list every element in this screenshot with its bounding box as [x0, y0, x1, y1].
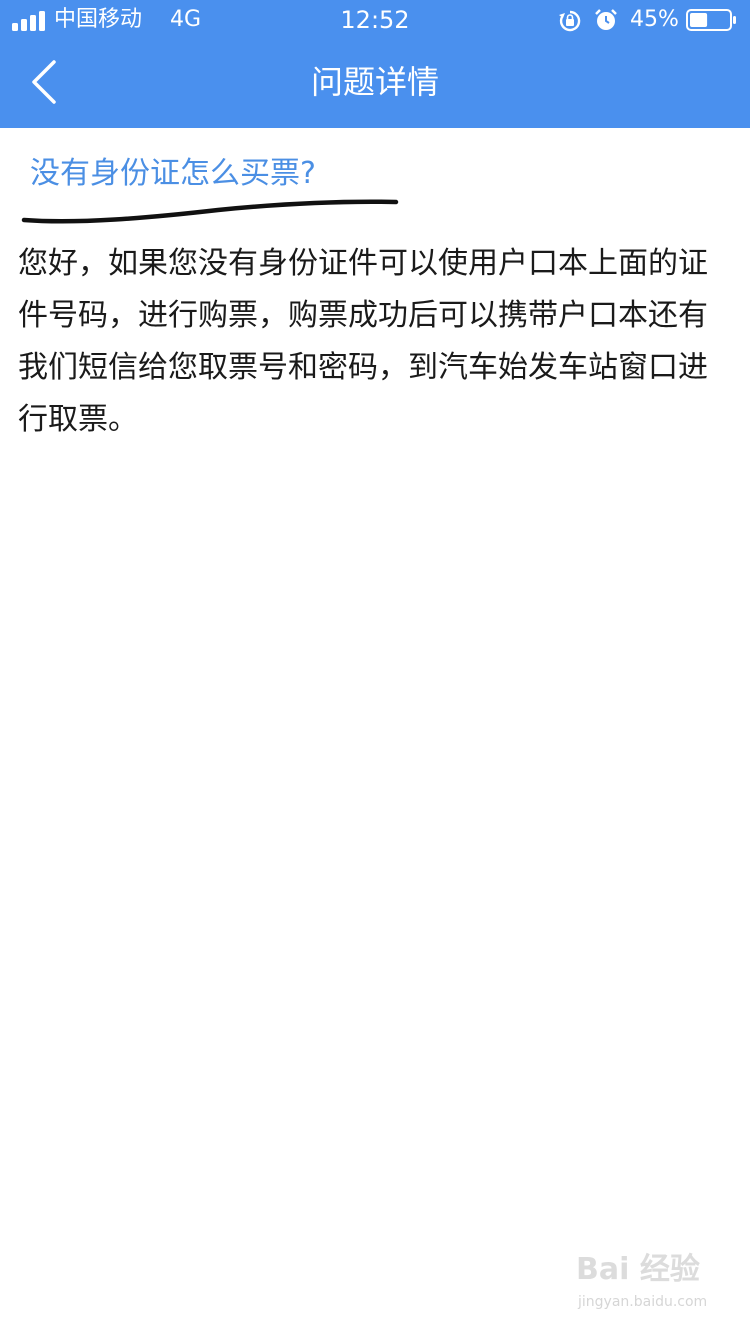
- page-title: 问题详情: [310, 63, 439, 101]
- status-bar: 中国移动 4G 12:52 45%: [0, 0, 750, 40]
- baidu-jingyan-watermark: Bai 经验 jingyan.baidu.com: [576, 1250, 716, 1320]
- question-title: 没有身份证怎么买票?: [30, 156, 316, 191]
- alarm-clock-icon: [595, 9, 617, 30]
- handwritten-underline: [21, 199, 399, 224]
- battery-percentage: 45%: [630, 7, 679, 32]
- rotation-lock-icon: [559, 10, 581, 32]
- watermark-brand: Bai 经验: [576, 1252, 700, 1287]
- answer-text: 您好，如果您没有身份证件可以使用户口本上面的证件号码，进行购票，购票成功后可以携…: [18, 246, 708, 437]
- watermark-url: jingyan.baidu.com: [578, 1294, 708, 1310]
- header-bar: 中国移动 4G 12:52 45% 问题详情: [0, 0, 750, 128]
- battery-icon: [686, 9, 736, 31]
